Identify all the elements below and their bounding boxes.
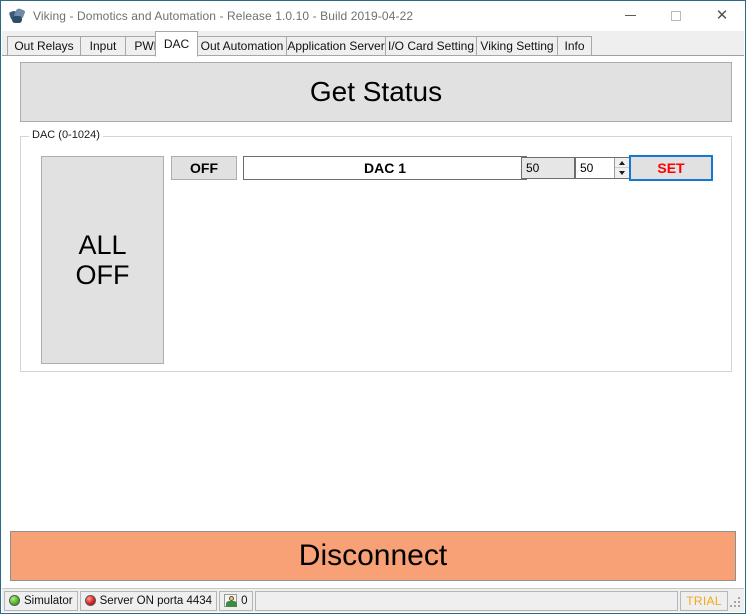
dac1-stepper-down-button[interactable] xyxy=(615,168,629,178)
close-icon: ✕ xyxy=(715,6,729,24)
status-server[interactable]: Server ON porta 4434 xyxy=(79,590,218,611)
dac1-value-input[interactable]: 50 xyxy=(576,158,614,178)
all-off-line-1: ALL xyxy=(78,229,127,260)
dac-group-box: DAC (0-1024) ALL OFF OFF DAC 1 50 50 SET xyxy=(20,129,732,372)
tab-bar: Out Relays Input PWM DAC Out Automation … xyxy=(2,31,744,57)
resize-grip-icon[interactable] xyxy=(730,594,742,608)
disconnect-button[interactable]: Disconnect xyxy=(10,531,736,581)
tab-input[interactable]: Input xyxy=(80,36,126,56)
tab-info[interactable]: Info xyxy=(557,36,592,56)
status-simulator-label: Simulator xyxy=(24,594,73,607)
minimize-button[interactable] xyxy=(607,1,653,30)
chevron-down-icon xyxy=(619,171,625,175)
status-users-count: 0 xyxy=(241,594,248,607)
window-title: Viking - Domotics and Automation - Relea… xyxy=(33,8,414,23)
dac-group-label: DAC (0-1024) xyxy=(29,129,103,141)
tab-application-server[interactable]: Application Server xyxy=(286,36,386,56)
tab-viking-setting[interactable]: Viking Setting xyxy=(476,36,558,56)
all-off-line-2: OFF xyxy=(75,260,130,290)
all-off-button[interactable]: ALL OFF xyxy=(41,156,164,364)
maximize-button[interactable] xyxy=(653,1,699,30)
dac1-state-button[interactable]: OFF xyxy=(171,156,237,180)
dac1-name-input[interactable]: DAC 1 xyxy=(243,156,527,180)
title-bar: Viking - Domotics and Automation - Relea… xyxy=(1,1,745,30)
maximize-icon xyxy=(671,10,681,21)
status-simulator[interactable]: Simulator xyxy=(4,590,78,611)
tab-dac[interactable]: DAC xyxy=(155,31,198,57)
tab-out-automation[interactable]: Out Automation xyxy=(197,36,287,56)
close-button[interactable]: ✕ xyxy=(699,1,745,30)
dac1-set-button[interactable]: SET xyxy=(629,155,713,181)
app-icon xyxy=(8,7,26,24)
chevron-up-icon xyxy=(619,160,625,165)
minimize-icon xyxy=(624,15,636,16)
status-trial-badge: TRIAL xyxy=(680,590,728,611)
user-icon xyxy=(224,594,238,607)
dac1-value-stepper[interactable]: 50 xyxy=(575,157,630,179)
tab-panel-dac: Get Status DAC (0-1024) ALL OFF OFF DAC … xyxy=(2,56,744,588)
status-server-label: Server ON porta 4434 xyxy=(99,594,213,607)
dac1-stepper-arrows xyxy=(614,158,629,178)
get-status-button[interactable]: Get Status xyxy=(20,62,732,122)
status-message xyxy=(254,590,678,611)
application-window: Viking - Domotics and Automation - Relea… xyxy=(0,0,746,614)
dac1-stepper-up-button[interactable] xyxy=(615,158,629,168)
status-users[interactable]: 0 xyxy=(219,590,253,611)
window-controls: ✕ xyxy=(607,1,745,30)
simulator-led-icon xyxy=(9,595,20,606)
status-bar: Simulator Server ON porta 4434 0 TRIAL xyxy=(2,588,744,612)
server-led-icon xyxy=(84,595,96,606)
tab-io-card-setting[interactable]: I/O Card Setting xyxy=(385,36,477,56)
tab-out-relays[interactable]: Out Relays xyxy=(7,36,81,56)
dac1-readout-field: 50 xyxy=(521,157,575,179)
